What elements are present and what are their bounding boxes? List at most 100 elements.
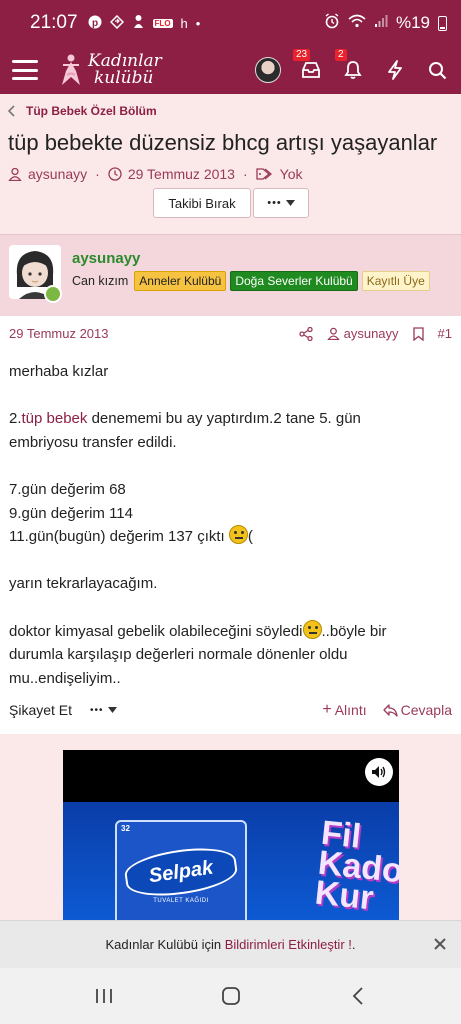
menu-icon[interactable] bbox=[12, 60, 38, 80]
logo-dancer-icon bbox=[62, 54, 80, 85]
badge-kayitli: Kayıtlı Üye bbox=[361, 271, 430, 291]
post-text: ( bbox=[247, 528, 253, 546]
status-system-icons: %19 bbox=[324, 12, 447, 34]
post-line: 2.tüp bebek denememi bu ay yaptırdım.2 t… bbox=[9, 407, 452, 431]
recent-apps-icon bbox=[95, 989, 112, 1003]
post-line-blank bbox=[9, 549, 452, 573]
bookmark-icon[interactable] bbox=[412, 326, 424, 341]
post-line: yarın tekrarlayacağım. bbox=[9, 575, 158, 593]
post-line-blank bbox=[9, 384, 452, 408]
enable-notifications-link[interactable]: Bildirimleri Etkinleştir ! bbox=[225, 937, 352, 952]
baby-icon bbox=[132, 14, 145, 32]
plus-icon: + bbox=[322, 701, 332, 718]
system-nav-bar bbox=[0, 968, 461, 1024]
clock-icon bbox=[108, 167, 122, 181]
post-line: durumla karşılaşıp değerleri normale dön… bbox=[9, 646, 348, 664]
caret-down-icon bbox=[285, 200, 295, 206]
post-author: aysunayy bbox=[343, 326, 399, 341]
report-button[interactable]: Şikayet Et bbox=[9, 702, 72, 718]
post-body: 29 Temmuz 2013 aysunayy #1 merhaba kızla… bbox=[0, 316, 461, 734]
post-line-blank bbox=[9, 596, 452, 620]
breadcrumb[interactable]: Tüp Bebek Özel Bölüm bbox=[8, 104, 157, 118]
post-date[interactable]: 29 Temmuz 2013 bbox=[9, 326, 109, 341]
logo-line-2: kulübü bbox=[94, 68, 154, 88]
status-notification-icons: p FLO h • bbox=[88, 14, 201, 32]
ad-area: 32 Selpak TUVALET KAĞIDI Fil Kado Kur bbox=[0, 736, 461, 920]
status-time: 21:07 bbox=[30, 12, 78, 33]
post-footer-actions: + Alıntı Cevapla bbox=[322, 701, 452, 719]
post-text: doktor kimyasal gebelik olabileceğini sö… bbox=[9, 622, 303, 640]
search-button[interactable] bbox=[425, 58, 449, 82]
thread-tags[interactable]: Yok bbox=[280, 166, 303, 182]
post-more-button[interactable]: ••• bbox=[90, 705, 117, 716]
tup-bebek-link[interactable]: tüp bebek bbox=[22, 410, 88, 427]
thread-author[interactable]: aysunayy bbox=[28, 166, 87, 182]
post-line: doktor kimyasal gebelik olabileceğini sö… bbox=[9, 619, 452, 644]
quote-button[interactable]: + Alıntı bbox=[322, 701, 366, 719]
selpak-logo: Selpak bbox=[122, 842, 240, 902]
back-button[interactable] bbox=[338, 976, 378, 1016]
ad-background: 32 Selpak TUVALET KAĞIDI Fil Kado Kur bbox=[63, 802, 399, 920]
more-dots: ••• bbox=[267, 197, 282, 209]
alerts-badge: 2 bbox=[335, 49, 347, 61]
post-header: 29 Temmuz 2013 aysunayy #1 bbox=[9, 326, 452, 341]
reply-label: Cevapla bbox=[400, 702, 452, 718]
thread-meta: aysunayy · 29 Temmuz 2013 · Yok bbox=[8, 166, 302, 182]
home-icon bbox=[221, 987, 240, 1005]
pack-subtitle: TUVALET KAĞIDI bbox=[153, 898, 209, 904]
post-line: merhaba kızlar bbox=[9, 363, 109, 380]
battery-icon bbox=[438, 15, 447, 31]
search-icon bbox=[428, 61, 446, 79]
pack-count: 32 bbox=[121, 824, 130, 833]
user-icon bbox=[8, 167, 22, 181]
thread-date[interactable]: 29 Temmuz 2013 bbox=[128, 166, 235, 182]
video-ad[interactable]: 32 Selpak TUVALET KAĞIDI Fil Kado Kur bbox=[63, 750, 399, 920]
post-header-actions: aysunayy #1 bbox=[298, 326, 452, 341]
user-icon bbox=[326, 327, 340, 340]
thread-actions: Takibi Bırak ••• bbox=[153, 188, 309, 218]
post-text: ..böyle bir bbox=[321, 622, 387, 640]
meta-separator: · bbox=[242, 166, 248, 182]
close-button[interactable] bbox=[429, 933, 451, 955]
reply-button[interactable]: Cevapla bbox=[382, 702, 452, 718]
user-title: Can kızım bbox=[72, 274, 129, 288]
post-username[interactable]: aysunayy bbox=[72, 250, 140, 267]
recent-apps-button[interactable] bbox=[84, 976, 124, 1016]
inbox-icon bbox=[302, 62, 320, 78]
dot-icon: • bbox=[195, 15, 201, 31]
sound-toggle-button[interactable] bbox=[365, 758, 393, 786]
site-logo[interactable]: Kadınlar kulübü bbox=[58, 53, 162, 87]
post-number[interactable]: #1 bbox=[438, 326, 452, 341]
notification-post: . bbox=[351, 937, 356, 952]
badge-anneler: Anneler Kulübü bbox=[134, 271, 227, 291]
share-icon[interactable] bbox=[298, 326, 313, 341]
breadcrumb-link[interactable]: Tüp Bebek Özel Bölüm bbox=[26, 104, 157, 118]
speaker-icon bbox=[372, 766, 386, 778]
post-line: 9.gün değerim 114 bbox=[9, 504, 133, 522]
user-title-line: Can kızım Anneler Kulübü Doğa Severler K… bbox=[72, 271, 430, 291]
user-avatar[interactable] bbox=[255, 57, 281, 83]
reply-icon bbox=[382, 703, 398, 717]
alerts-button[interactable]: 2 bbox=[335, 49, 365, 82]
chevron-left-icon bbox=[8, 105, 15, 117]
more-dots: ••• bbox=[90, 704, 104, 716]
online-status-icon bbox=[44, 285, 62, 303]
home-button[interactable] bbox=[211, 976, 251, 1016]
h-icon: h bbox=[180, 15, 188, 31]
whats-new-button[interactable] bbox=[383, 58, 407, 82]
pinterest-icon: p bbox=[88, 15, 102, 32]
messages-button[interactable]: 23 bbox=[293, 49, 323, 82]
unfollow-button[interactable]: Takibi Bırak bbox=[153, 188, 251, 218]
post-line: mu..endişeliyim.. bbox=[9, 669, 121, 687]
back-icon bbox=[352, 987, 363, 1005]
worried-smiley-icon bbox=[228, 525, 248, 545]
post-text: 11.gün(bugün) değerim 137 çıktı bbox=[9, 528, 229, 546]
close-icon bbox=[434, 938, 446, 950]
post-footer: Şikayet Et ••• + Alıntı Cevapla bbox=[9, 701, 452, 719]
selpak-pack: 32 Selpak TUVALET KAĞIDI bbox=[115, 820, 247, 920]
thread-more-button[interactable]: ••• bbox=[253, 188, 309, 218]
post-author-link[interactable]: aysunayy bbox=[326, 326, 399, 341]
bell-icon bbox=[344, 61, 362, 79]
post-user-bar: aysunayy Can kızım Anneler Kulübü Doğa S… bbox=[0, 234, 461, 316]
caret-down-icon bbox=[107, 707, 117, 713]
